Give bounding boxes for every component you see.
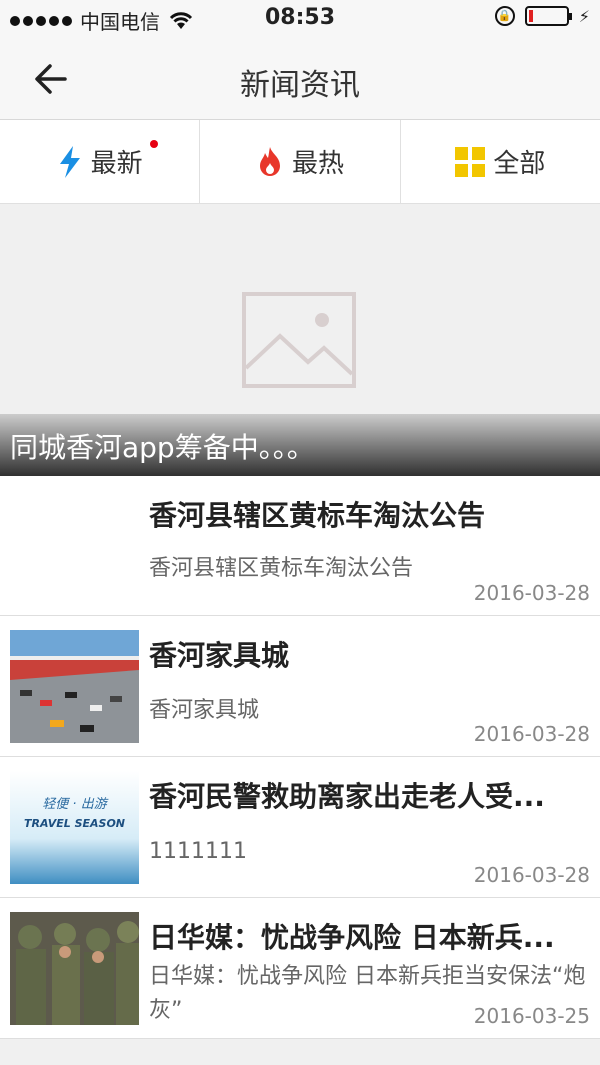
news-date: 2016-03-28 [473, 863, 590, 887]
image-placeholder-icon [242, 292, 356, 388]
news-list: 香河县辖区黄标车淘汰公告 香河县辖区黄标车淘汰公告 2016-03-28 香河家… [0, 476, 600, 1039]
page-title: 新闻资讯 [240, 68, 360, 103]
tab-all[interactable]: 全部 [399, 120, 600, 203]
fire-icon [259, 146, 280, 176]
news-date: 2016-03-25 [473, 1004, 590, 1028]
tab-latest[interactable]: 最新 [0, 120, 199, 203]
news-thumbnail [10, 912, 139, 1025]
list-item[interactable]: 香河县辖区黄标车淘汰公告 香河县辖区黄标车淘汰公告 2016-03-28 [0, 476, 600, 616]
tab-label: 最新 [90, 149, 143, 179]
battery-icon [524, 6, 572, 26]
news-title: 香河县辖区黄标车淘汰公告 [149, 499, 486, 532]
category-tabs: 最新 最热 全部 [0, 120, 600, 204]
tab-label: 最热 [291, 149, 344, 179]
thumb-caption-en: TRAVEL SEASON [23, 817, 126, 830]
status-right: 🔒 ⚡ [494, 6, 590, 26]
grid-icon [455, 146, 486, 177]
nav-bar: 新闻资讯 [0, 38, 600, 120]
lightning-icon [59, 145, 80, 178]
thumb-caption-cn: 轻便 · 出游 [42, 797, 107, 812]
news-thumbnail: 轻便 · 出游 TRAVEL SEASON [10, 771, 139, 884]
news-date: 2016-03-28 [473, 722, 590, 746]
charging-icon: ⚡ [578, 6, 590, 26]
new-indicator-dot [150, 140, 158, 148]
news-title: 日华媒：忧战争风险 日本新兵... [149, 921, 555, 954]
list-item[interactable]: 轻便 · 出游 TRAVEL SEASON 香河民警救助离家出走老人受... 1… [0, 757, 600, 898]
rotation-lock-icon: 🔒 [494, 6, 515, 26]
news-title: 香河家具城 [149, 639, 290, 672]
news-date: 2016-03-28 [473, 581, 590, 605]
news-thumbnail [10, 630, 139, 743]
list-item[interactable]: 日华媒：忧战争风险 日本新兵... 日华媒：忧战争风险 日本新兵拒当安保法“炮灰… [0, 898, 600, 1039]
banner-carousel[interactable]: 同城香河app筹备中。。。 [0, 204, 600, 476]
tab-hot[interactable]: 最热 [199, 120, 399, 203]
list-item[interactable]: 香河家具城 香河家具城 2016-03-28 [0, 616, 600, 757]
status-bar: 中国电信 08:53 🔒 ⚡ [0, 0, 600, 38]
banner-caption: 同城香河app筹备中。。。 [0, 414, 600, 476]
news-title: 香河民警救助离家出走老人受... [149, 780, 545, 813]
tab-label: 全部 [493, 149, 546, 179]
